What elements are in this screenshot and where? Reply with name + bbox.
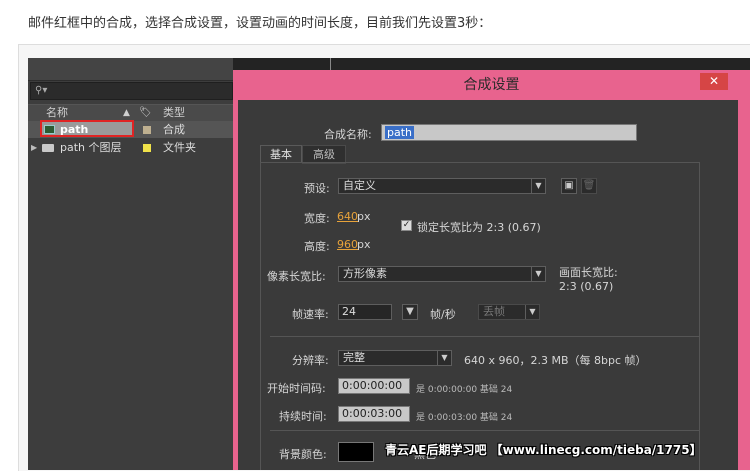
dialog-body: 合成名称: path 基本 高级 预设: 自定义 ▼ ▣ 🗑 宽度: 640 p… (238, 100, 738, 470)
height-label: 高度: (304, 240, 330, 253)
red-highlight-box (40, 120, 134, 137)
pixel-aspect-dropdown[interactable]: 方形像素 ▼ (338, 266, 546, 282)
preset-label: 预设: (304, 182, 330, 195)
width-label: 宽度: (304, 212, 330, 225)
chevron-down-icon: ▼ (437, 351, 451, 365)
label-tag-icon[interactable]: 🏷 (139, 105, 152, 121)
drop-frame-dropdown: 丢帧 ▼ (478, 304, 540, 320)
height-unit: px (357, 238, 371, 251)
save-preset-icon[interactable]: ▣ (561, 178, 577, 194)
pixel-aspect-value: 方形像素 (343, 267, 387, 280)
resolution-label: 分辨率: (292, 354, 329, 367)
drop-frame-value: 丢帧 (483, 305, 505, 318)
preset-dropdown[interactable]: 自定义 ▼ (338, 178, 546, 194)
duration-label: 持续时间: (279, 410, 327, 423)
comp-name-value: path (385, 126, 415, 139)
dialog-title: 合成设置 (463, 77, 520, 93)
divider (270, 336, 700, 337)
start-timecode-input[interactable]: 0:00:00:00 (338, 378, 410, 394)
resolution-dropdown[interactable]: 完整 ▼ (338, 350, 452, 366)
search-input[interactable]: ⚲▾ (30, 82, 233, 100)
folder-icon (42, 144, 54, 152)
search-icon: ⚲▾ (35, 85, 48, 96)
composition-settings-dialog: 合成设置 ✕ 合成名称: path 基本 高级 预设: 自定义 ▼ ▣ 🗑 宽度… (233, 70, 750, 470)
item-type: 文件夹 (163, 141, 196, 154)
resolution-value: 完整 (343, 351, 365, 364)
width-value[interactable]: 640 (337, 210, 358, 223)
expand-triangle-icon[interactable]: ▶ (31, 139, 37, 156)
frame-aspect-label: 画面长宽比: (559, 266, 618, 279)
tab-basic[interactable]: 基本 (260, 145, 302, 163)
width-unit: px (357, 210, 371, 223)
delete-preset-icon: 🗑 (581, 178, 597, 194)
column-type[interactable]: 类型 (163, 105, 185, 121)
lock-aspect-label: 锁定长宽比为 2:3 (0.67) (417, 221, 541, 234)
column-name[interactable]: 名称 (46, 105, 68, 121)
preset-value: 自定义 (343, 179, 376, 192)
project-panel: ⚲▾ 名称 ▲ 🏷 类型 path 合成 ▶ path 个图层 文件夹 (28, 58, 233, 470)
pixel-aspect-label: 像素长宽比: (267, 270, 326, 283)
frame-rate-unit: 帧/秒 (430, 308, 456, 321)
divider (270, 430, 700, 431)
background-color-swatch[interactable] (338, 442, 374, 462)
duration-info: 是 0:00:03:00 基础 24 (416, 413, 513, 423)
label-swatch[interactable] (143, 144, 151, 152)
comp-name-input[interactable]: path (381, 124, 637, 141)
frame-rate-chevron-down-icon[interactable]: ▼ (402, 304, 418, 320)
list-item-path-layers[interactable]: ▶ path 个图层 文件夹 (28, 139, 233, 156)
project-panel-header (28, 58, 233, 81)
frame-rate-input[interactable]: 24 (338, 304, 392, 320)
chevron-down-icon: ▼ (525, 305, 539, 319)
item-type: 合成 (163, 123, 185, 136)
item-name: path 个图层 (60, 141, 122, 154)
start-timecode-info: 是 0:00:00:00 基础 24 (416, 385, 513, 395)
lock-aspect-checkbox[interactable]: ✓ (401, 220, 412, 231)
duration-input[interactable]: 0:00:03:00 (338, 406, 410, 422)
after-effects-window: ⚲▾ 名称 ▲ 🏷 类型 path 合成 ▶ path 个图层 文件夹 合成设置… (28, 58, 750, 470)
label-swatch[interactable] (143, 126, 151, 134)
caption-text: 邮件红框中的合成，选择合成设置，设置动画的时间长度，目前我们先设置3秒： (28, 16, 492, 31)
watermark-text: 青云AE后期学习吧 【www.linecg.com/tieba/1775】 (385, 443, 702, 457)
sort-asc-icon[interactable]: ▲ (123, 105, 130, 121)
background-color-label: 背景颜色: (279, 448, 327, 461)
frame-rate-label: 帧速率: (292, 308, 329, 321)
start-timecode-label: 开始时间码: (267, 382, 326, 395)
chevron-down-icon: ▼ (531, 179, 545, 193)
height-value[interactable]: 960 (337, 238, 358, 251)
close-button[interactable]: ✕ (700, 73, 728, 90)
resolution-info: 640 x 960，2.3 MB（每 8bpc 帧） (464, 354, 647, 367)
comp-name-label: 合成名称: (324, 128, 372, 141)
chevron-down-icon: ▼ (531, 267, 545, 281)
frame-aspect-value: 2:3 (0.67) (559, 280, 614, 293)
